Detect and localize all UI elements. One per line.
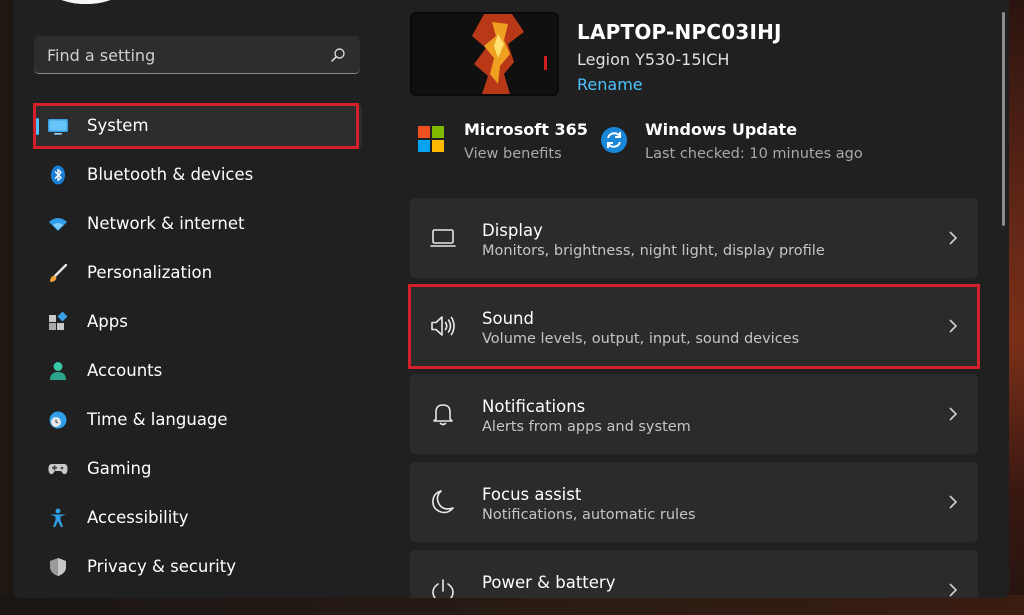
search-input[interactable]: Find a setting [47,46,155,65]
card-title: Focus assist [482,485,582,504]
globe-clock-icon [49,411,67,429]
focus-assist-card[interactable]: Focus assist Notifications, automatic ru… [410,462,978,542]
apps-icon [49,312,68,330]
sidebar-item-label: Gaming [87,459,152,478]
device-wallpaper-thumbnail [410,12,559,96]
sidebar-item-privacy-security[interactable]: Privacy & security [34,545,362,589]
power-battery-card[interactable]: Power & battery [410,550,978,598]
shield-icon [50,558,66,576]
sidebar-item-label: Time & language [87,410,228,429]
search-icon[interactable] [330,47,346,63]
chevron-right-icon [949,583,958,597]
sidebar-item-personalization[interactable]: Personalization [34,251,362,295]
sidebar-item-apps[interactable]: Apps [34,300,362,344]
user-avatar[interactable] [43,0,129,4]
sidebar-item-label: Apps [87,312,128,331]
chevron-right-icon [949,231,958,245]
sidebar-item-accounts[interactable]: Accounts [34,349,362,393]
sidebar-item-time-language[interactable]: Time & language [34,398,362,442]
monitor-icon [48,119,68,135]
display-card[interactable]: Display Monitors, brightness, night ligh… [410,198,978,278]
display-icon [430,229,456,247]
card-subtitle: Alerts from apps and system [482,419,691,435]
sound-card[interactable]: Sound Volume levels, output, input, soun… [410,286,978,366]
sidebar-item-label: System [87,116,149,135]
card-subtitle: Volume levels, output, input, sound devi… [482,331,800,347]
microsoft-logo-icon[interactable] [418,126,444,152]
card-subtitle: Notifications, automatic rules [482,507,696,523]
card-title: Sound [482,309,534,328]
bluetooth-icon [51,165,65,185]
device-name: LAPTOP-NPC03IHJ [577,20,782,44]
device-model: Legion Y530-15ICH [577,50,730,69]
sidebar-item-label: Network & internet [87,214,245,233]
search-box[interactable]: Find a setting [34,36,360,74]
card-title: Notifications [482,397,586,416]
sidebar-item-network[interactable]: Network & internet [34,202,362,246]
card-title: Display [482,221,543,240]
bell-icon [433,404,453,426]
sidebar-item-gaming[interactable]: Gaming [34,447,362,491]
sidebar-item-bluetooth[interactable]: Bluetooth & devices [34,153,362,197]
chevron-right-icon [949,495,958,509]
card-subtitle: Monitors, brightness, night light, displ… [482,243,825,259]
sidebar-item-system[interactable]: System [34,104,362,148]
windows-update-subtitle: Last checked: 10 minutes ago [645,146,863,162]
notifications-card[interactable]: Notifications Alerts from apps and syste… [410,374,978,454]
sidebar-item-label: Accessibility [87,508,189,527]
chevron-right-icon [949,319,958,333]
sidebar-item-label: Accounts [87,361,163,380]
brush-icon [50,263,68,282]
scrollbar[interactable] [1002,12,1005,226]
sidebar-item-accessibility[interactable]: Accessibility [34,496,362,540]
rename-link[interactable]: Rename [577,75,643,94]
microsoft-365-subtitle: View benefits [464,146,562,162]
sidebar-item-label: Bluetooth & devices [87,165,254,184]
sidebar-item-label: Personalization [87,263,213,282]
power-icon [432,579,454,598]
windows-update-title[interactable]: Windows Update [645,120,797,139]
update-icon[interactable] [600,126,628,154]
wallpaper-image [412,14,557,94]
settings-window: Find a setting System Bluetooth & device… [14,0,1009,598]
microsoft-365-title[interactable]: Microsoft 365 [464,120,588,139]
desktop-wallpaper-bottom [0,595,1024,615]
moon-icon [432,490,454,514]
gamepad-icon [48,464,68,475]
sidebar-item-label: Privacy & security [87,557,236,576]
speaker-icon [431,316,455,336]
card-title: Power & battery [482,573,616,592]
chevron-right-icon [949,407,958,421]
person-icon [50,362,66,380]
accessibility-icon [50,508,66,527]
wifi-icon [49,218,67,231]
